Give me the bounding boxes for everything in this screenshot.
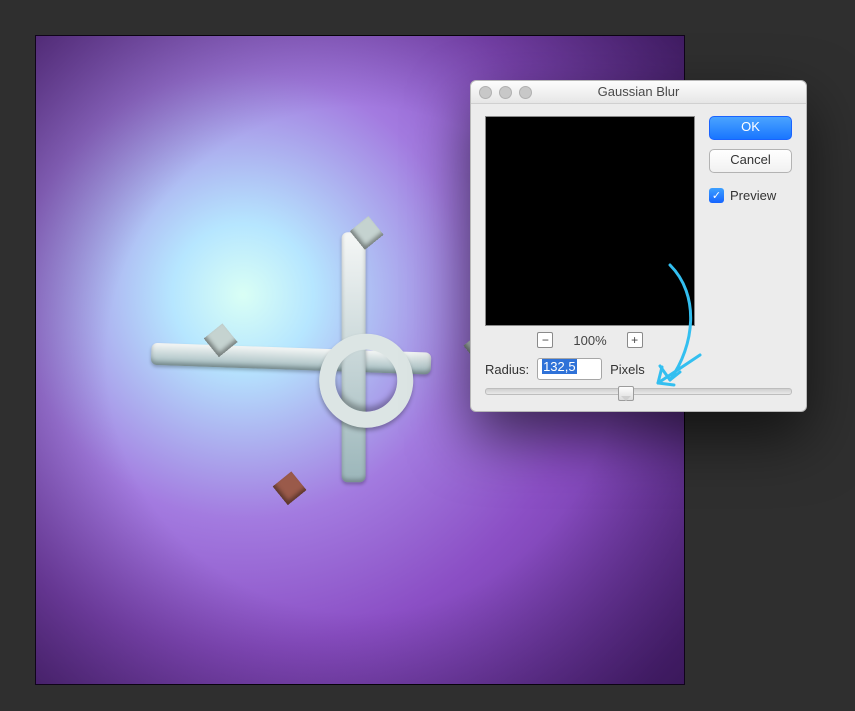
zoom-percent-label: 100%	[573, 333, 606, 348]
traffic-zoom-icon[interactable]	[519, 86, 532, 99]
traffic-minimize-icon[interactable]	[499, 86, 512, 99]
radius-label: Radius:	[485, 362, 529, 377]
ok-button[interactable]: OK	[709, 116, 792, 140]
radius-unit-label: Pixels	[610, 362, 645, 377]
zoom-out-button[interactable]: −	[537, 332, 553, 348]
window-traffic-lights	[479, 86, 532, 99]
dialog-title: Gaussian Blur	[598, 84, 680, 99]
minus-icon: −	[542, 334, 549, 346]
cancel-button[interactable]: Cancel	[709, 149, 792, 173]
radius-slider-thumb[interactable]	[618, 386, 634, 401]
radius-slider[interactable]	[485, 388, 792, 395]
blur-preview-image[interactable]	[485, 116, 695, 326]
radius-input[interactable]: 132,5	[537, 358, 602, 380]
dialog-titlebar[interactable]: Gaussian Blur	[471, 81, 806, 104]
zoom-in-button[interactable]: +	[627, 332, 643, 348]
preview-checkbox-row[interactable]: ✓ Preview	[709, 188, 792, 203]
traffic-close-icon[interactable]	[479, 86, 492, 99]
preview-checkbox[interactable]: ✓	[709, 188, 724, 203]
checkmark-icon: ✓	[712, 189, 721, 202]
plus-icon: +	[631, 334, 638, 346]
preview-checkbox-label: Preview	[730, 188, 776, 203]
gaussian-blur-dialog: Gaussian Blur − 100% + OK Cancel ✓ Pre	[470, 80, 807, 412]
radius-input-value: 132,5	[542, 359, 577, 374]
